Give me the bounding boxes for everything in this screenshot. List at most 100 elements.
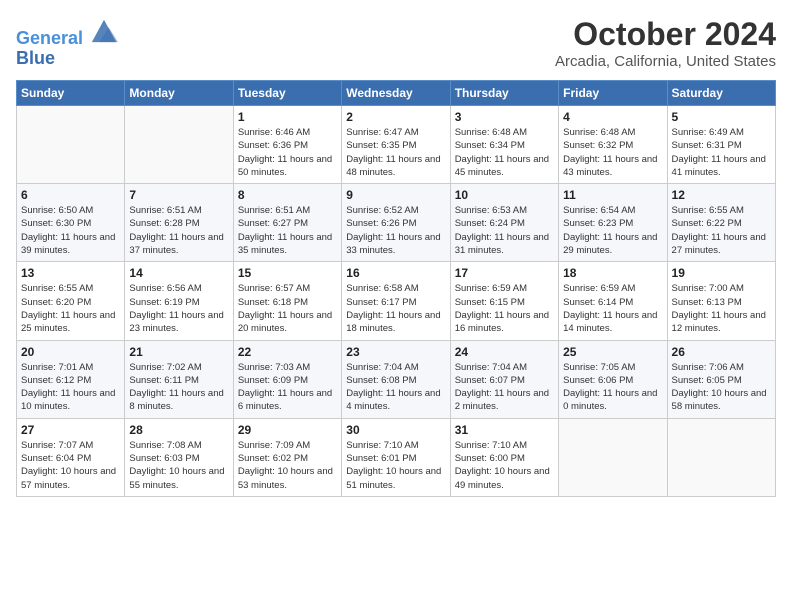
calendar-day-cell: 26Sunrise: 7:06 AM Sunset: 6:05 PM Dayli… <box>667 340 775 418</box>
day-info: Sunrise: 7:03 AM Sunset: 6:09 PM Dayligh… <box>238 361 337 414</box>
calendar-week-row: 20 Sunrise: 7:01 AM Sunset: 6:12 PM Dayli… <box>17 340 776 418</box>
calendar-day-cell: 16 Sunrise: 6:58 AM Sunset: 6:17 PM Dayli… <box>342 262 450 340</box>
day-number: 13 <box>21 266 120 280</box>
calendar-day-cell: 29 Sunrise: 7:09 AM Sunset: 6:02 PM Dayli… <box>233 418 341 496</box>
day-info: Sunrise: 6:48 AM Sunset: 6:34 PM Dayligh… <box>455 126 554 179</box>
day-number: 19 <box>672 266 771 280</box>
day-info: Sunrise: 6:46 AM Sunset: 6:36 PM Dayligh… <box>238 126 337 179</box>
calendar-body: 1Sunrise: 6:46 AM Sunset: 6:36 PM Daylig… <box>17 106 776 497</box>
day-number: 4 <box>563 110 662 124</box>
day-number: 30 <box>346 423 445 437</box>
calendar-day-cell: 19 Sunrise: 7:00 AM Sunset: 6:13 PM Dayli… <box>667 262 775 340</box>
calendar-day-cell <box>125 106 233 184</box>
day-info: Sunrise: 7:02 AM Sunset: 6:11 PM Dayligh… <box>129 361 228 414</box>
day-number: 8 <box>238 188 337 202</box>
day-number: 20 <box>21 345 120 359</box>
calendar-day-cell: 27 Sunrise: 7:07 AM Sunset: 6:04 PM Dayli… <box>17 418 125 496</box>
day-number: 16 <box>346 266 445 280</box>
calendar-day-cell: 10Sunrise: 6:53 AM Sunset: 6:24 PM Dayli… <box>450 184 558 262</box>
day-number: 28 <box>129 423 228 437</box>
calendar-day-cell: 14 Sunrise: 6:56 AM Sunset: 6:19 PM Dayli… <box>125 262 233 340</box>
day-info: Sunrise: 6:51 AM Sunset: 6:28 PM Dayligh… <box>129 204 228 257</box>
calendar-day-cell: 8 Sunrise: 6:51 AM Sunset: 6:27 PM Daylig… <box>233 184 341 262</box>
day-number: 22 <box>238 345 337 359</box>
month-title: October 2024 <box>555 16 776 53</box>
day-number: 14 <box>129 266 228 280</box>
day-info: Sunrise: 7:09 AM Sunset: 6:02 PM Dayligh… <box>238 439 337 492</box>
calendar-week-row: 13 Sunrise: 6:55 AM Sunset: 6:20 PM Dayli… <box>17 262 776 340</box>
day-number: 10 <box>455 188 554 202</box>
day-number: 15 <box>238 266 337 280</box>
calendar-day-cell: 1Sunrise: 6:46 AM Sunset: 6:36 PM Daylig… <box>233 106 341 184</box>
calendar-day-cell: 23 Sunrise: 7:04 AM Sunset: 6:08 PM Dayli… <box>342 340 450 418</box>
day-info: Sunrise: 7:01 AM Sunset: 6:12 PM Dayligh… <box>21 361 120 414</box>
calendar-header: SundayMondayTuesdayWednesdayThursdayFrid… <box>17 81 776 106</box>
calendar-day-cell <box>559 418 667 496</box>
day-number: 3 <box>455 110 554 124</box>
logo-icon <box>90 16 118 44</box>
logo-general: General <box>16 28 83 48</box>
calendar-day-cell: 31 Sunrise: 7:10 AM Sunset: 6:00 PM Dayli… <box>450 418 558 496</box>
weekday-header-tuesday: Tuesday <box>233 81 341 106</box>
calendar-day-cell: 30 Sunrise: 7:10 AM Sunset: 6:01 PM Dayli… <box>342 418 450 496</box>
title-block: October 2024 Arcadia, California, United… <box>555 16 776 70</box>
day-number: 21 <box>129 345 228 359</box>
day-info: Sunrise: 6:56 AM Sunset: 6:19 PM Dayligh… <box>129 282 228 335</box>
weekday-header-monday: Monday <box>125 81 233 106</box>
weekday-header-row: SundayMondayTuesdayWednesdayThursdayFrid… <box>17 81 776 106</box>
calendar-week-row: 27 Sunrise: 7:07 AM Sunset: 6:04 PM Dayli… <box>17 418 776 496</box>
calendar-day-cell: 24Sunrise: 7:04 AM Sunset: 6:07 PM Dayli… <box>450 340 558 418</box>
calendar-day-cell: 12 Sunrise: 6:55 AM Sunset: 6:22 PM Dayli… <box>667 184 775 262</box>
logo-text: General <box>16 16 118 49</box>
day-number: 17 <box>455 266 554 280</box>
calendar-day-cell: 21 Sunrise: 7:02 AM Sunset: 6:11 PM Dayli… <box>125 340 233 418</box>
day-number: 18 <box>563 266 662 280</box>
day-number: 12 <box>672 188 771 202</box>
day-info: Sunrise: 6:50 AM Sunset: 6:30 PM Dayligh… <box>21 204 120 257</box>
weekday-header-saturday: Saturday <box>667 81 775 106</box>
calendar-day-cell: 22 Sunrise: 7:03 AM Sunset: 6:09 PM Dayli… <box>233 340 341 418</box>
day-info: Sunrise: 6:48 AM Sunset: 6:32 PM Dayligh… <box>563 126 662 179</box>
day-info: Sunrise: 7:08 AM Sunset: 6:03 PM Dayligh… <box>129 439 228 492</box>
day-info: Sunrise: 7:07 AM Sunset: 6:04 PM Dayligh… <box>21 439 120 492</box>
day-info: Sunrise: 7:06 AM Sunset: 6:05 PM Dayligh… <box>672 361 771 414</box>
day-info: Sunrise: 7:10 AM Sunset: 6:01 PM Dayligh… <box>346 439 445 492</box>
day-info: Sunrise: 7:04 AM Sunset: 6:08 PM Dayligh… <box>346 361 445 414</box>
day-number: 23 <box>346 345 445 359</box>
calendar-day-cell: 20 Sunrise: 7:01 AM Sunset: 6:12 PM Dayli… <box>17 340 125 418</box>
calendar-day-cell <box>667 418 775 496</box>
day-number: 24 <box>455 345 554 359</box>
day-info: Sunrise: 7:10 AM Sunset: 6:00 PM Dayligh… <box>455 439 554 492</box>
calendar-day-cell: 5Sunrise: 6:49 AM Sunset: 6:31 PM Daylig… <box>667 106 775 184</box>
day-number: 29 <box>238 423 337 437</box>
calendar-table: SundayMondayTuesdayWednesdayThursdayFrid… <box>16 80 776 497</box>
calendar-day-cell: 3 Sunrise: 6:48 AM Sunset: 6:34 PM Daylig… <box>450 106 558 184</box>
day-info: Sunrise: 6:59 AM Sunset: 6:15 PM Dayligh… <box>455 282 554 335</box>
day-info: Sunrise: 6:54 AM Sunset: 6:23 PM Dayligh… <box>563 204 662 257</box>
calendar-day-cell: 15 Sunrise: 6:57 AM Sunset: 6:18 PM Dayli… <box>233 262 341 340</box>
calendar-day-cell: 6Sunrise: 6:50 AM Sunset: 6:30 PM Daylig… <box>17 184 125 262</box>
day-info: Sunrise: 6:58 AM Sunset: 6:17 PM Dayligh… <box>346 282 445 335</box>
calendar-week-row: 6Sunrise: 6:50 AM Sunset: 6:30 PM Daylig… <box>17 184 776 262</box>
day-number: 11 <box>563 188 662 202</box>
day-info: Sunrise: 6:57 AM Sunset: 6:18 PM Dayligh… <box>238 282 337 335</box>
day-info: Sunrise: 7:00 AM Sunset: 6:13 PM Dayligh… <box>672 282 771 335</box>
calendar-week-row: 1Sunrise: 6:46 AM Sunset: 6:36 PM Daylig… <box>17 106 776 184</box>
day-info: Sunrise: 6:55 AM Sunset: 6:22 PM Dayligh… <box>672 204 771 257</box>
day-info: Sunrise: 6:47 AM Sunset: 6:35 PM Dayligh… <box>346 126 445 179</box>
day-info: Sunrise: 6:52 AM Sunset: 6:26 PM Dayligh… <box>346 204 445 257</box>
day-info: Sunrise: 7:05 AM Sunset: 6:06 PM Dayligh… <box>563 361 662 414</box>
calendar-day-cell <box>17 106 125 184</box>
calendar-day-cell: 9 Sunrise: 6:52 AM Sunset: 6:26 PM Daylig… <box>342 184 450 262</box>
day-info: Sunrise: 6:55 AM Sunset: 6:20 PM Dayligh… <box>21 282 120 335</box>
day-info: Sunrise: 6:59 AM Sunset: 6:14 PM Dayligh… <box>563 282 662 335</box>
calendar-day-cell: 7 Sunrise: 6:51 AM Sunset: 6:28 PM Daylig… <box>125 184 233 262</box>
day-number: 7 <box>129 188 228 202</box>
weekday-header-wednesday: Wednesday <box>342 81 450 106</box>
day-number: 31 <box>455 423 554 437</box>
day-number: 27 <box>21 423 120 437</box>
calendar-day-cell: 28 Sunrise: 7:08 AM Sunset: 6:03 PM Dayli… <box>125 418 233 496</box>
weekday-header-thursday: Thursday <box>450 81 558 106</box>
day-number: 9 <box>346 188 445 202</box>
day-info: Sunrise: 6:51 AM Sunset: 6:27 PM Dayligh… <box>238 204 337 257</box>
